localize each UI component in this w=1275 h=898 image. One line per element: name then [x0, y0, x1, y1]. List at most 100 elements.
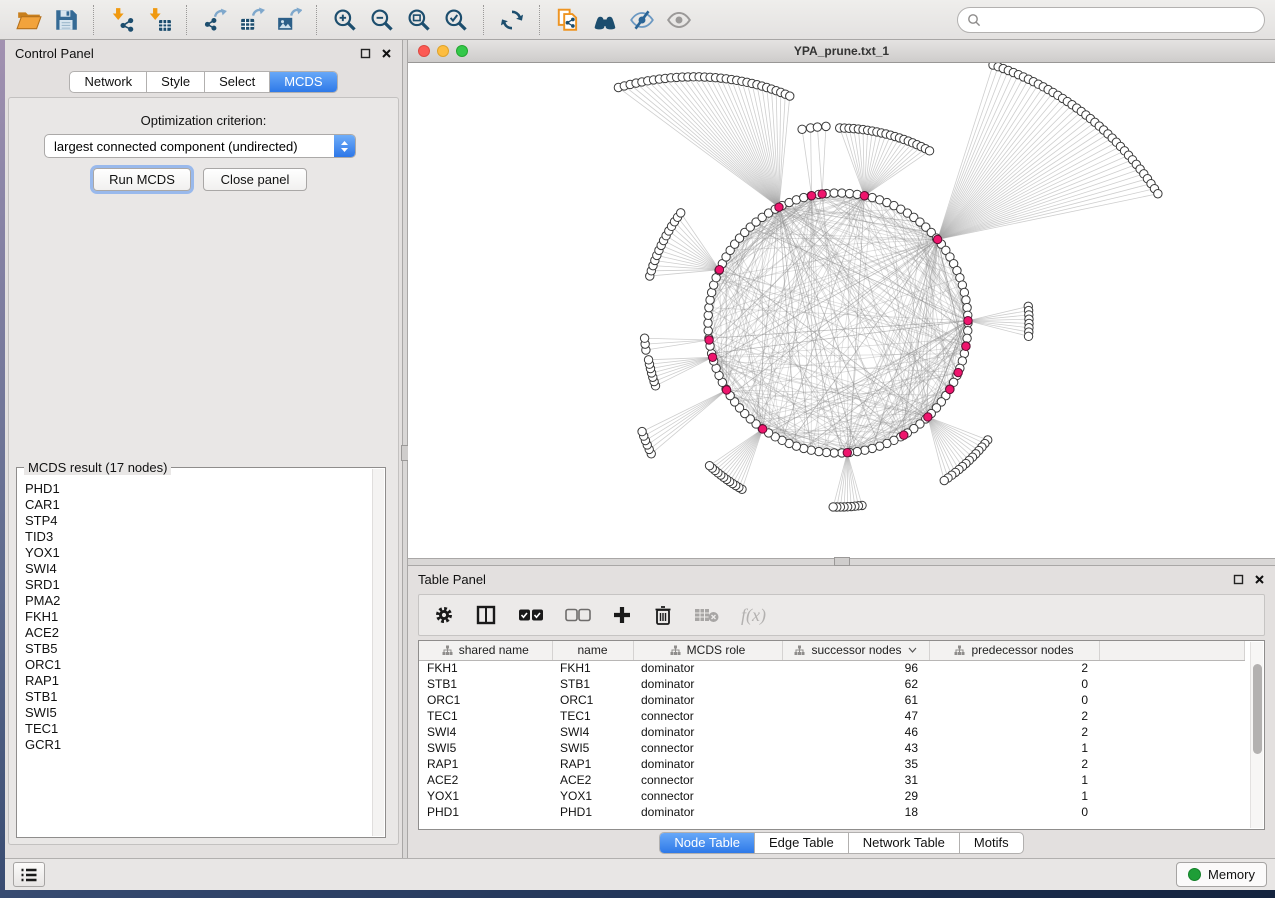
table-row[interactable]: PHD1PHD1dominator180 — [419, 804, 1245, 820]
column-header-shared_name[interactable]: shared name — [419, 641, 552, 660]
cell-shared_name[interactable]: RAP1 — [419, 756, 552, 772]
run-mcds-button[interactable]: Run MCDS — [93, 168, 191, 191]
function-builder-button[interactable]: f(x) — [741, 605, 766, 626]
cell-shared_name[interactable]: TEC1 — [419, 708, 552, 724]
mcds-result-item[interactable]: YOX1 — [25, 545, 372, 561]
splitter-grip[interactable] — [834, 557, 850, 566]
close-window-button[interactable] — [418, 45, 430, 57]
delete-column-button[interactable] — [653, 604, 673, 626]
hide-selected-button[interactable] — [623, 3, 660, 37]
search-input[interactable] — [987, 11, 1255, 28]
network-window-titlebar[interactable]: YPA_prune.txt_1 — [408, 40, 1275, 63]
minimize-window-button[interactable] — [437, 45, 449, 57]
cell-mcds_role[interactable]: connector — [633, 788, 782, 804]
cell-predecessor_nodes[interactable]: 2 — [929, 724, 1099, 740]
tab-mcds[interactable]: MCDS — [269, 72, 336, 92]
cell-shared_name[interactable]: FKH1 — [419, 660, 552, 676]
mcds-result-item[interactable]: SWI4 — [25, 561, 372, 577]
cell-name[interactable]: YOX1 — [552, 788, 633, 804]
tab-network[interactable]: Network — [70, 72, 146, 92]
cell-mcds_role[interactable]: dominator — [633, 660, 782, 676]
cell-name[interactable]: SWI5 — [552, 740, 633, 756]
scrollbar-thumb[interactable] — [1253, 664, 1262, 754]
mcds-result-item[interactable]: STB1 — [25, 689, 372, 705]
mcds-result-item[interactable]: PHD1 — [25, 481, 372, 497]
mcds-result-item[interactable]: ACE2 — [25, 625, 372, 641]
node-table[interactable]: shared namenameMCDS rolesuccessor nodesp… — [419, 641, 1245, 820]
tab-style[interactable]: Style — [146, 72, 204, 92]
duplicate-network-button[interactable] — [549, 3, 586, 37]
create-column-button[interactable] — [612, 605, 632, 625]
tab-select[interactable]: Select — [204, 72, 269, 92]
close-panel-icon[interactable] — [381, 48, 392, 59]
optimization-select[interactable]: largest connected component (undirected) — [44, 134, 356, 158]
horizontal-splitter[interactable] — [408, 558, 1275, 566]
cell-mcds_role[interactable]: dominator — [633, 804, 782, 820]
cell-successor_nodes[interactable]: 47 — [782, 708, 929, 724]
cell-name[interactable]: SWI4 — [552, 724, 633, 740]
export-network-button[interactable] — [196, 3, 233, 37]
cell-shared_name[interactable]: STB1 — [419, 676, 552, 692]
mcds-result-item[interactable]: PMA2 — [25, 593, 372, 609]
cell-shared_name[interactable]: ACE2 — [419, 772, 552, 788]
column-header-predecessor_nodes[interactable]: predecessor nodes — [929, 641, 1099, 660]
cell-successor_nodes[interactable]: 18 — [782, 804, 929, 820]
mcds-result-item[interactable]: STP4 — [25, 513, 372, 529]
cell-mcds_role[interactable]: dominator — [633, 724, 782, 740]
cell-predecessor_nodes[interactable]: 1 — [929, 772, 1099, 788]
table-row[interactable]: RAP1RAP1dominator352 — [419, 756, 1245, 772]
mcds-result-item[interactable]: SWI5 — [25, 705, 372, 721]
mcds-result-list[interactable]: PHD1CAR1STP4TID3YOX1SWI4SRD1PMA2FKH1ACE2… — [17, 468, 372, 837]
mcds-result-item[interactable]: RAP1 — [25, 673, 372, 689]
table-row[interactable]: STB1STB1dominator620 — [419, 676, 1245, 692]
delete-table-button[interactable] — [694, 606, 720, 624]
cell-successor_nodes[interactable]: 61 — [782, 692, 929, 708]
cell-successor_nodes[interactable]: 31 — [782, 772, 929, 788]
cell-predecessor_nodes[interactable]: 0 — [929, 692, 1099, 708]
cell-successor_nodes[interactable]: 29 — [782, 788, 929, 804]
cell-name[interactable]: FKH1 — [552, 660, 633, 676]
table-row[interactable]: SWI5SWI5connector431 — [419, 740, 1245, 756]
cell-successor_nodes[interactable]: 62 — [782, 676, 929, 692]
tab-node-table[interactable]: Node Table — [660, 833, 754, 853]
network-canvas[interactable] — [408, 63, 1275, 558]
export-image-button[interactable] — [270, 3, 307, 37]
cell-mcds_role[interactable]: connector — [633, 772, 782, 788]
cell-shared_name[interactable]: SWI5 — [419, 740, 552, 756]
first-neighbors-button[interactable] — [586, 3, 623, 37]
cell-mcds_role[interactable]: dominator — [633, 692, 782, 708]
table-row[interactable]: TEC1TEC1connector472 — [419, 708, 1245, 724]
zoom-window-button[interactable] — [456, 45, 468, 57]
cell-predecessor_nodes[interactable]: 2 — [929, 756, 1099, 772]
save-session-button[interactable] — [47, 3, 84, 37]
column-header-name[interactable]: name — [552, 641, 633, 660]
column-header-successor_nodes[interactable]: successor nodes — [782, 641, 929, 660]
cell-name[interactable]: ACE2 — [552, 772, 633, 788]
search-box[interactable] — [957, 7, 1265, 33]
cell-mcds_role[interactable]: connector — [633, 708, 782, 724]
mcds-result-item[interactable]: SRD1 — [25, 577, 372, 593]
cell-name[interactable]: STB1 — [552, 676, 633, 692]
cell-predecessor_nodes[interactable]: 2 — [929, 660, 1099, 676]
cell-name[interactable]: ORC1 — [552, 692, 633, 708]
cell-predecessor_nodes[interactable]: 0 — [929, 804, 1099, 820]
tab-network-table[interactable]: Network Table — [848, 833, 959, 853]
fit-content-button[interactable] — [400, 3, 437, 37]
select-all-rows-button[interactable] — [518, 608, 544, 622]
cell-name[interactable]: TEC1 — [552, 708, 633, 724]
memory-button[interactable]: Memory — [1176, 862, 1267, 887]
cell-predecessor_nodes[interactable]: 1 — [929, 740, 1099, 756]
zoom-out-button[interactable] — [363, 3, 400, 37]
cell-shared_name[interactable]: ORC1 — [419, 692, 552, 708]
cell-successor_nodes[interactable]: 96 — [782, 660, 929, 676]
mcds-result-item[interactable]: FKH1 — [25, 609, 372, 625]
cell-name[interactable]: PHD1 — [552, 804, 633, 820]
mcds-result-item[interactable]: CAR1 — [25, 497, 372, 513]
cell-successor_nodes[interactable]: 46 — [782, 724, 929, 740]
table-settings-button[interactable] — [434, 605, 454, 625]
cell-mcds_role[interactable]: dominator — [633, 756, 782, 772]
refresh-view-button[interactable] — [493, 3, 530, 37]
mcds-result-item[interactable]: TEC1 — [25, 721, 372, 737]
table-row[interactable]: YOX1YOX1connector291 — [419, 788, 1245, 804]
close-panel-icon[interactable] — [1254, 574, 1265, 585]
